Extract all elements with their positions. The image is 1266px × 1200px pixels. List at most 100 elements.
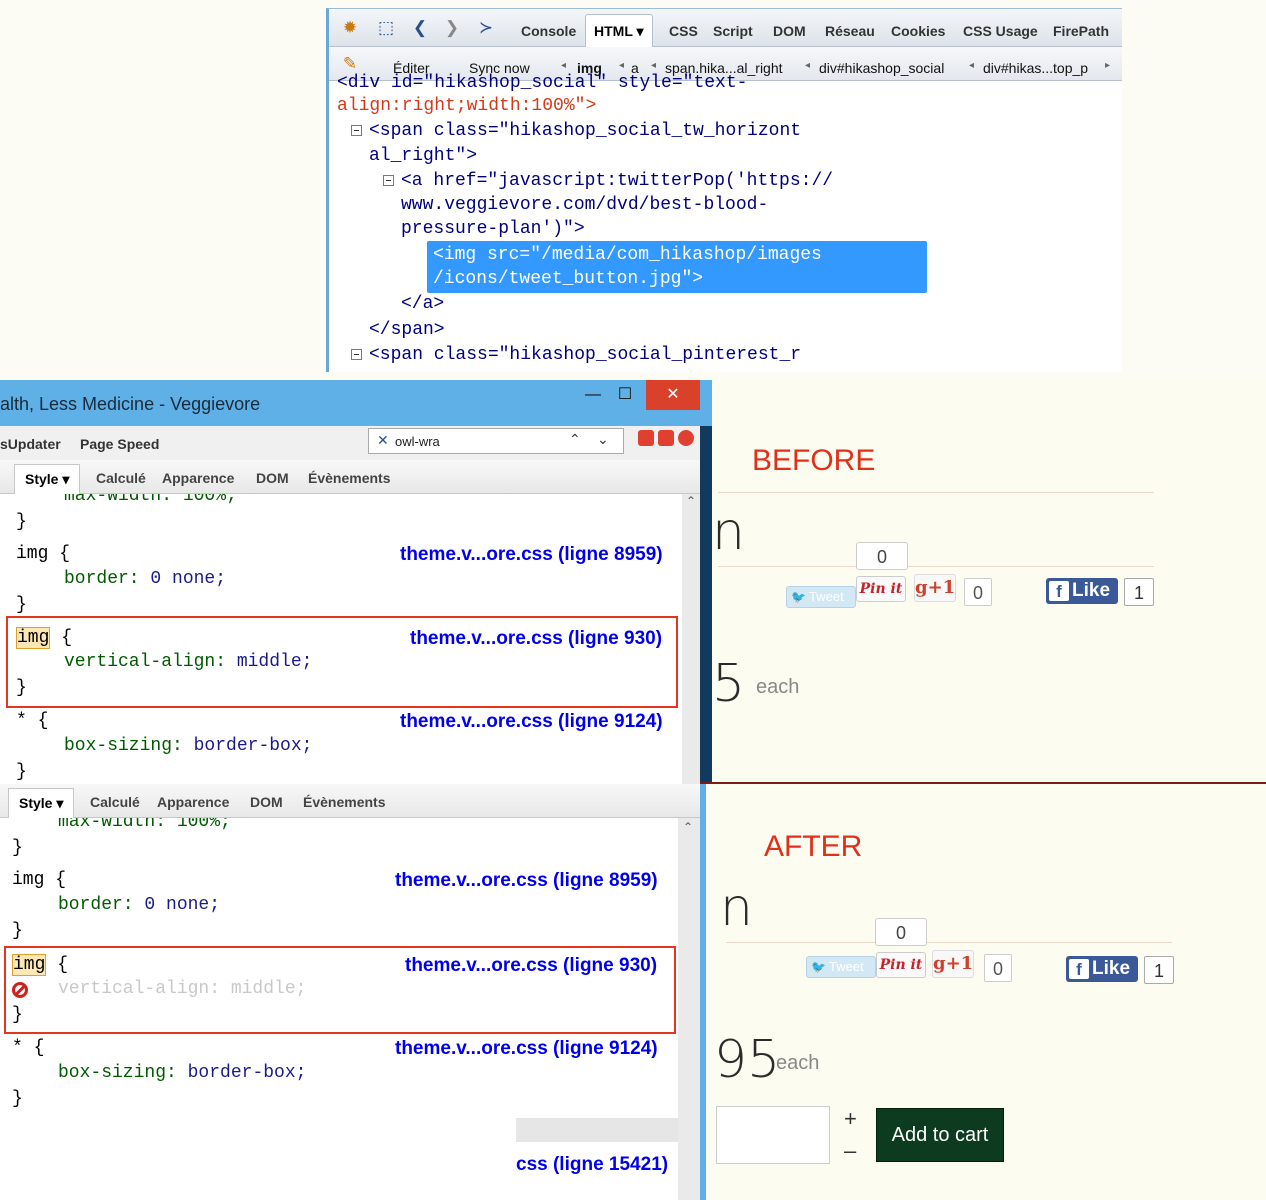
html-line-a[interactable]: <a href="javascript:twitterPop('https:// <box>401 169 833 194</box>
pinit-button[interactable]: Pin it <box>856 576 906 602</box>
prop-value: middle; <box>226 652 313 672</box>
css-declaration-vertical-align[interactable]: vertical-align: middle; <box>64 652 312 672</box>
gplus-button[interactable]: g+1 <box>932 950 974 978</box>
gplus-button[interactable]: g+1 <box>914 574 956 602</box>
tweet-button[interactable]: Tweet <box>786 586 856 608</box>
window-edge <box>700 426 712 784</box>
css-selector-img-highlight[interactable]: img { <box>16 627 72 649</box>
css-declaration-disabled[interactable]: vertical-align: middle; <box>58 979 306 999</box>
html-line-div[interactable]: <div id="hikashop_social" style="text- <box>337 71 747 96</box>
search-field[interactable]: ✕ owl-wra ⌃ ⌄ <box>368 428 624 454</box>
css-prop-max-width[interactable]: max-width: 100%; <box>64 494 237 506</box>
maximize-icon[interactable]: ☐ <box>610 380 640 410</box>
css-brace: } <box>12 838 23 858</box>
breadcrumb-sep-icon: ◂ <box>619 60 625 71</box>
css-selector-img[interactable]: img { <box>12 870 66 890</box>
tab-firepath[interactable]: FirePath <box>1053 23 1109 39</box>
before-label: BEFORE <box>752 444 876 477</box>
css-selector-universal[interactable]: * { <box>12 1038 44 1058</box>
css-source-link[interactable]: theme.v...ore.css (ligne 930) <box>410 628 662 650</box>
css-selector-img[interactable]: img { <box>16 544 70 564</box>
scroll-up-icon[interactable]: ⌃ <box>683 820 693 834</box>
tab-evenements[interactable]: Évènements <box>303 794 385 810</box>
firebug-power-icon[interactable] <box>678 430 694 446</box>
css-declaration[interactable]: box-sizing: border-box; <box>58 1063 306 1083</box>
tab-css-usage[interactable]: CSS Usage <box>963 23 1038 39</box>
css-source-link[interactable]: theme.v...ore.css (ligne 8959) <box>400 544 663 566</box>
facebook-like-button[interactable]: f Like <box>1066 956 1138 982</box>
tab-style[interactable]: Style ▾ <box>8 788 75 818</box>
css-source-link[interactable]: theme.v...ore.css (ligne 8959) <box>395 870 658 892</box>
html-line-span-pinterest[interactable]: <span class="hikashop_social_pinterest_r <box>369 343 801 368</box>
disabled-rule-icon[interactable] <box>12 982 28 998</box>
html-line-img[interactable]: <img src="/media/com_hikashop/images <box>433 243 822 268</box>
tab-apparence[interactable]: Apparence <box>162 470 234 486</box>
back-arrow-icon[interactable]: ❮ <box>409 17 431 39</box>
tab-html[interactable]: HTML ▾ <box>585 14 653 48</box>
tab-evenements[interactable]: Évènements <box>308 470 390 486</box>
facebook-like-button[interactable]: f Like <box>1046 578 1118 604</box>
search-prev-icon[interactable]: ⌃ <box>569 431 581 448</box>
horizontal-scrollbar[interactable] <box>516 1118 678 1142</box>
tab-css[interactable]: CSS <box>669 23 698 39</box>
tab-dom[interactable]: DOM <box>256 470 289 486</box>
toolbar-item-updater[interactable]: sUpdater <box>0 436 61 452</box>
tab-cookies[interactable]: Cookies <box>891 23 945 39</box>
forward-arrow-icon[interactable]: ❯ <box>441 17 463 39</box>
command-line-icon[interactable]: ≻ <box>475 17 497 39</box>
tab-console[interactable]: Console <box>521 23 576 39</box>
firebug-detach-icon[interactable] <box>658 430 674 446</box>
css-source-link[interactable]: theme.v...ore.css (ligne 9124) <box>400 711 663 733</box>
css-prop-max-width[interactable]: max-width: 100%; <box>58 818 231 832</box>
firebug-bug-icon[interactable]: ✹ <box>339 17 361 39</box>
prop-value: 0 none; <box>133 895 221 915</box>
breadcrumb-item-div-social[interactable]: div#hikashop_social <box>819 60 944 76</box>
tab-apparence[interactable]: Apparence <box>157 794 229 810</box>
clear-search-icon[interactable]: ✕ <box>377 432 389 449</box>
css-selector-universal[interactable]: * { <box>16 711 48 731</box>
quantity-input[interactable] <box>716 1106 830 1164</box>
breadcrumb-right-icon[interactable]: ▸ <box>1105 60 1110 71</box>
minimize-icon[interactable]: — <box>578 380 608 410</box>
collapse-toggle-icon[interactable] <box>351 125 362 136</box>
pinit-button[interactable]: Pin it <box>876 952 926 978</box>
collapse-toggle-icon[interactable] <box>351 349 362 360</box>
css-source-link[interactable]: theme.v...ore.css (ligne 930) <box>405 955 657 977</box>
quantity-increment-button[interactable]: + <box>844 1106 857 1132</box>
css-declaration[interactable]: box-sizing: border-box; <box>64 736 312 756</box>
breadcrumb-item-div-top[interactable]: div#hikas...top_p <box>983 60 1088 76</box>
tweet-button[interactable]: Tweet <box>806 956 876 978</box>
search-input[interactable]: owl-wra <box>395 434 440 449</box>
collapse-toggle-icon[interactable] <box>383 175 394 186</box>
scroll-up-icon[interactable]: ⌃ <box>686 494 696 508</box>
tab-calcule[interactable]: Calculé <box>90 794 140 810</box>
html-line-span-twitter[interactable]: <span class="hikashop_social_tw_horizont <box>369 119 801 144</box>
tab-dom[interactable]: DOM <box>250 794 283 810</box>
quantity-decrement-button[interactable]: – <box>844 1138 856 1164</box>
each-label: each <box>776 1052 820 1074</box>
tab-style[interactable]: Style ▾ <box>14 464 81 494</box>
inspect-cursor-icon[interactable]: ⬚ <box>375 17 397 39</box>
add-to-cart-button[interactable]: Add to cart <box>876 1108 1004 1162</box>
css-source-link[interactable]: theme.v...ore.css (ligne 9124) <box>395 1038 658 1060</box>
html-line-span-close[interactable]: </span> <box>369 318 445 343</box>
like-count-value: 1 <box>1133 583 1144 603</box>
css-declaration[interactable]: border: 0 none; <box>64 569 226 589</box>
scrollbar[interactable]: ⌃ <box>682 494 700 784</box>
tab-style-label: Style <box>25 471 59 487</box>
scrollbar[interactable]: ⌃ <box>678 818 700 1200</box>
css-selector-img-highlight[interactable]: img { <box>12 954 68 976</box>
tab-script[interactable]: Script <box>713 23 753 39</box>
tab-calcule[interactable]: Calculé <box>96 470 146 486</box>
close-icon[interactable]: ✕ <box>646 380 700 410</box>
css-source-link[interactable]: css (ligne 15421) <box>516 1154 668 1176</box>
html-line-a-close[interactable]: </a> <box>401 292 444 317</box>
firebug-minimize-icon[interactable] <box>638 430 654 446</box>
breadcrumb-left-icon[interactable]: ◂ <box>561 60 566 71</box>
code-text: </a> <box>401 294 445 314</box>
search-next-icon[interactable]: ⌄ <box>597 431 609 448</box>
tab-reseau[interactable]: Réseau <box>825 23 875 39</box>
toolbar-item-page-speed[interactable]: Page Speed <box>80 436 159 452</box>
tab-dom[interactable]: DOM <box>773 23 806 39</box>
css-declaration[interactable]: border: 0 none; <box>58 895 220 915</box>
